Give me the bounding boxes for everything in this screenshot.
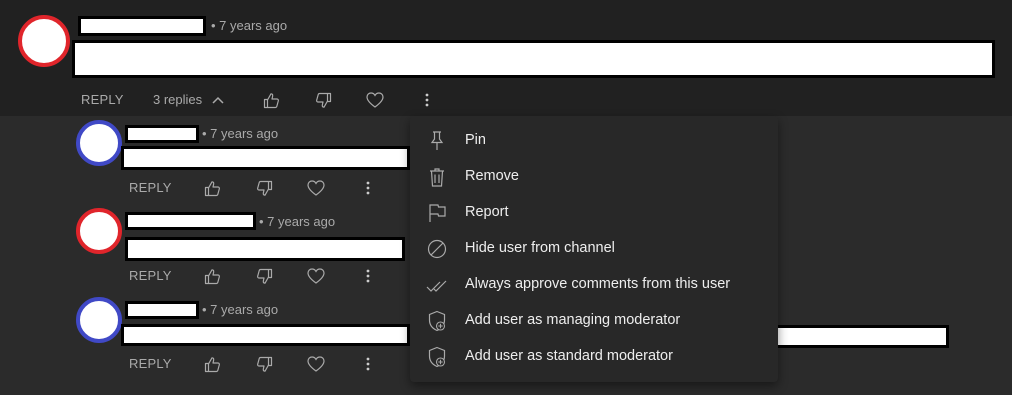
block-icon [427,239,447,259]
avatar[interactable] [76,208,122,254]
reply-button[interactable]: REPLY [81,92,124,107]
reply-text-redacted [121,146,410,170]
more-vert-icon[interactable] [363,356,373,372]
pin-icon [430,131,444,150]
comment-text-redacted [72,40,995,78]
avatar[interactable] [76,297,122,343]
more-vert-icon[interactable] [363,268,373,284]
heart-icon[interactable] [307,180,325,196]
like-icon[interactable] [204,180,221,197]
replies-toggle[interactable]: 3 replies [153,92,224,107]
replies-count: 3 replies [153,92,203,107]
trash-icon [430,168,444,187]
reply-timestamp[interactable]: • 7 years ago [202,126,278,141]
author-name-redacted[interactable] [125,301,199,319]
like-icon[interactable] [204,268,221,285]
menu-item-label: Always approve comments from this user [465,276,731,292]
menu-item-label: Add user as managing moderator [465,312,681,328]
more-vert-icon[interactable] [422,92,432,108]
reply-text-redacted [125,237,405,261]
reply-timestamp[interactable]: • 7 years ago [259,214,335,229]
heart-icon[interactable] [307,268,325,284]
dislike-icon[interactable] [315,92,332,109]
comment-timestamp[interactable]: • 7 years ago [211,18,287,33]
shield-add-icon [428,310,446,332]
like-icon[interactable] [263,92,280,109]
author-name-redacted[interactable] [125,125,199,143]
dislike-icon[interactable] [256,268,273,285]
menu-item-label: Report [465,204,509,220]
shield-add-icon [428,346,446,368]
reply-timestamp[interactable]: • 7 years ago [202,302,278,317]
menu-item-standard-moderator[interactable]: Add user as standard moderator [410,339,778,375]
menu-item-label: Add user as standard moderator [465,348,673,364]
author-name-redacted[interactable] [125,212,256,230]
menu-item-managing-moderator[interactable]: Add user as managing moderator [410,303,778,339]
menu-item-hide-user[interactable]: Hide user from channel [410,231,778,267]
reply-button[interactable]: REPLY [129,356,172,371]
heart-icon[interactable] [307,356,325,372]
menu-item-label: Pin [465,132,486,148]
reply-text-redacted [121,324,410,346]
author-name-redacted[interactable] [78,16,206,36]
reply-button[interactable]: REPLY [129,180,172,195]
chevron-up-icon [212,96,224,104]
dislike-icon[interactable] [256,356,273,373]
menu-item-pin[interactable]: Pin [410,123,778,159]
avatar[interactable] [18,15,70,67]
flag-icon [429,204,446,222]
menu-item-label: Remove [465,168,519,184]
menu-item-label: Hide user from channel [465,240,615,256]
dislike-icon[interactable] [256,180,273,197]
double-check-icon [426,280,447,292]
heart-icon[interactable] [366,92,384,108]
menu-item-always-approve[interactable]: Always approve comments from this user [410,267,778,303]
menu-item-remove[interactable]: Remove [410,159,778,195]
reply-text-redacted [773,325,949,348]
menu-item-report[interactable]: Report [410,195,778,231]
reply-button[interactable]: REPLY [129,268,172,283]
comment-action-menu: Pin Remove Report Hide user from channel… [410,116,778,382]
avatar[interactable] [76,120,122,166]
like-icon[interactable] [204,356,221,373]
more-vert-icon[interactable] [363,180,373,196]
